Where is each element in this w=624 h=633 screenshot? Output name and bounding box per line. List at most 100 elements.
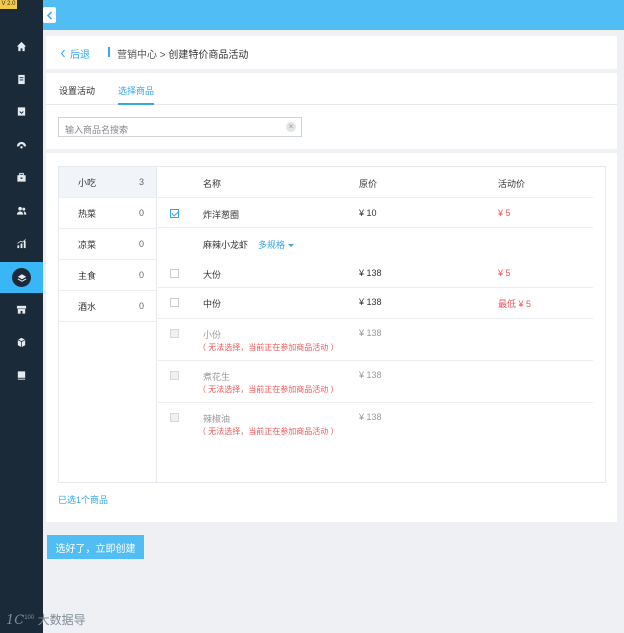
back-link[interactable]: 后退 (60, 46, 90, 61)
goods-name: 中份 (203, 299, 222, 309)
nav-home[interactable] (0, 31, 43, 62)
original-price: ¥ 138 (359, 328, 382, 338)
nav-manual[interactable] (0, 360, 43, 391)
table-row-group: 麻辣小龙虾 多规格 (158, 228, 593, 257)
nav-menu[interactable] (0, 96, 43, 127)
goods-name: 辣椒油 (203, 414, 231, 424)
create-now-button[interactable]: 选好了，立即创建 (47, 535, 144, 559)
chevron-left-icon (60, 49, 65, 58)
table-row: 小份 （ 无法选择，当前正在参加商品活动 ） ¥ 138 (158, 319, 593, 361)
search-placeholder: 输入商品名搜索 (65, 125, 129, 135)
table-row: 辣椒油 （ 无法选择，当前正在参加商品活动 ） ¥ 138 (158, 403, 593, 445)
activity-price: 最低 ¥ 5 (498, 299, 532, 309)
tab-select-goods[interactable]: 选择商品 (118, 84, 154, 97)
nav-inventory[interactable] (0, 327, 43, 358)
goods-name: 麻辣小龙虾 (203, 240, 249, 250)
category-item[interactable]: 主食 0 (59, 260, 156, 291)
table-row: 煮花生 （ 无法选择，当前正在参加商品活动 ） ¥ 138 (158, 361, 593, 403)
watermark-logo: 1C (6, 613, 25, 628)
category-name: 酒水 (78, 301, 97, 312)
original-price: ¥ 10 (359, 208, 377, 218)
eye-icon (16, 141, 27, 149)
disabled-note: （ 无法选择，当前正在参加商品活动 ） (198, 427, 339, 436)
category-count: 0 (138, 239, 144, 249)
row-checkbox (170, 371, 179, 380)
breadcrumb-parent[interactable]: 营销中心 (117, 50, 157, 61)
table-row: 炸洋葱圈 ¥ 10 ¥ 5 (158, 198, 593, 228)
goods-panel: 小吃 3 热菜 0 凉菜 0 主食 0 酒水 0 名称 原价 活动价 炸洋葱圈 ¥ 10 … (58, 166, 606, 483)
nav-reports[interactable] (0, 228, 43, 259)
selected-count: 已选1个商品 (58, 495, 109, 505)
breadcrumb-separator: > (157, 50, 169, 61)
row-checkbox (170, 413, 179, 422)
tab-settings[interactable]: 设置活动 (59, 84, 95, 97)
original-price: ¥ 138 (359, 370, 382, 380)
original-price: ¥ 138 (359, 268, 382, 278)
users-icon (16, 206, 27, 215)
caret-down-icon (288, 244, 295, 248)
category-item[interactable]: 酒水 0 (59, 291, 156, 322)
activity-price: ¥ 5 (498, 268, 511, 278)
nav-finance[interactable] (0, 162, 43, 193)
breadcrumb: 营销中心 > 创建特价商品活动 (117, 46, 248, 61)
home-icon (16, 41, 27, 52)
nav-monitor[interactable] (0, 130, 43, 161)
category-name: 热菜 (78, 208, 97, 219)
multi-spec-label: 多规格 (258, 240, 286, 250)
sidebar: V 2.0 1C100 大数据导 (0, 0, 86, 633)
goods-name: 大份 (203, 270, 222, 280)
category-name: 小吃 (78, 177, 97, 188)
disabled-note: （ 无法选择，当前正在参加商品活动 ） (198, 385, 339, 394)
category-list: 小吃 3 热菜 0 凉菜 0 主食 0 酒水 0 (59, 167, 157, 482)
breadcrumb-bar: 后退 营销中心 > 创建特价商品活动 (46, 36, 617, 69)
back-label: 后退 (70, 50, 90, 61)
disabled-note: （ 无法选择，当前正在参加商品活动 ） (198, 343, 339, 352)
row-checkbox[interactable] (170, 269, 179, 278)
collapse-sidebar-button[interactable] (43, 7, 56, 23)
category-name: 凉菜 (78, 239, 97, 250)
row-checkbox (170, 329, 179, 338)
box-icon (17, 337, 26, 348)
watermark-text: 大数据导 (37, 613, 86, 627)
section-divider (46, 149, 617, 153)
briefcase-icon (17, 172, 26, 182)
layers-icon (17, 273, 26, 282)
clear-icon[interactable]: × (286, 122, 296, 132)
goods-name: 炸洋葱圈 (203, 210, 240, 220)
category-name: 主食 (78, 270, 97, 281)
header-activity-price: 活动价 (498, 179, 526, 189)
category-count: 3 (138, 177, 144, 187)
original-price: ¥ 138 (359, 297, 382, 307)
category-count: 0 (138, 301, 144, 311)
nav-members[interactable] (0, 195, 43, 226)
row-checkbox[interactable] (170, 298, 179, 307)
original-price: ¥ 138 (359, 412, 382, 422)
main-card: 设置活动 选择商品 输入商品名搜索 × 小吃 3 热菜 0 凉菜 0 主食 0 酒水 0 … (46, 73, 617, 522)
table-header: 名称 原价 活动价 (158, 167, 593, 198)
nav-marketing[interactable] (0, 262, 43, 293)
breadcrumb-divider (108, 47, 110, 57)
category-count: 0 (138, 270, 144, 280)
chart-icon (17, 239, 26, 249)
goods-name: 煮花生 (203, 372, 231, 382)
row-checkbox[interactable] (170, 209, 179, 218)
nav-orders[interactable] (0, 64, 43, 95)
bookmark-icon (17, 107, 26, 116)
watermark: 1C100 大数据导 (6, 611, 86, 628)
activity-price: ¥ 5 (498, 208, 511, 218)
book-icon (17, 371, 26, 380)
category-item[interactable]: 小吃 3 (59, 167, 156, 198)
search-input[interactable]: 输入商品名搜索 × (58, 117, 302, 137)
header-original-price: 原价 (359, 179, 378, 189)
nav-store[interactable] (0, 294, 43, 325)
tab-active-indicator (118, 103, 154, 105)
version-badge: V 2.0 (0, 0, 17, 9)
category-item[interactable]: 凉菜 0 (59, 229, 156, 260)
goods-table: 名称 原价 活动价 炸洋葱圈 ¥ 10 ¥ 5 麻辣小龙虾 多规格 大份 ¥ 1… (158, 167, 605, 482)
breadcrumb-current: 创建特价商品活动 (168, 50, 249, 61)
category-item[interactable]: 热菜 0 (59, 198, 156, 229)
chevron-left-icon (46, 10, 53, 20)
top-bar (43, 0, 624, 30)
multi-spec-dropdown[interactable]: 多规格 (258, 238, 295, 251)
goods-name: 小份 (203, 330, 222, 340)
